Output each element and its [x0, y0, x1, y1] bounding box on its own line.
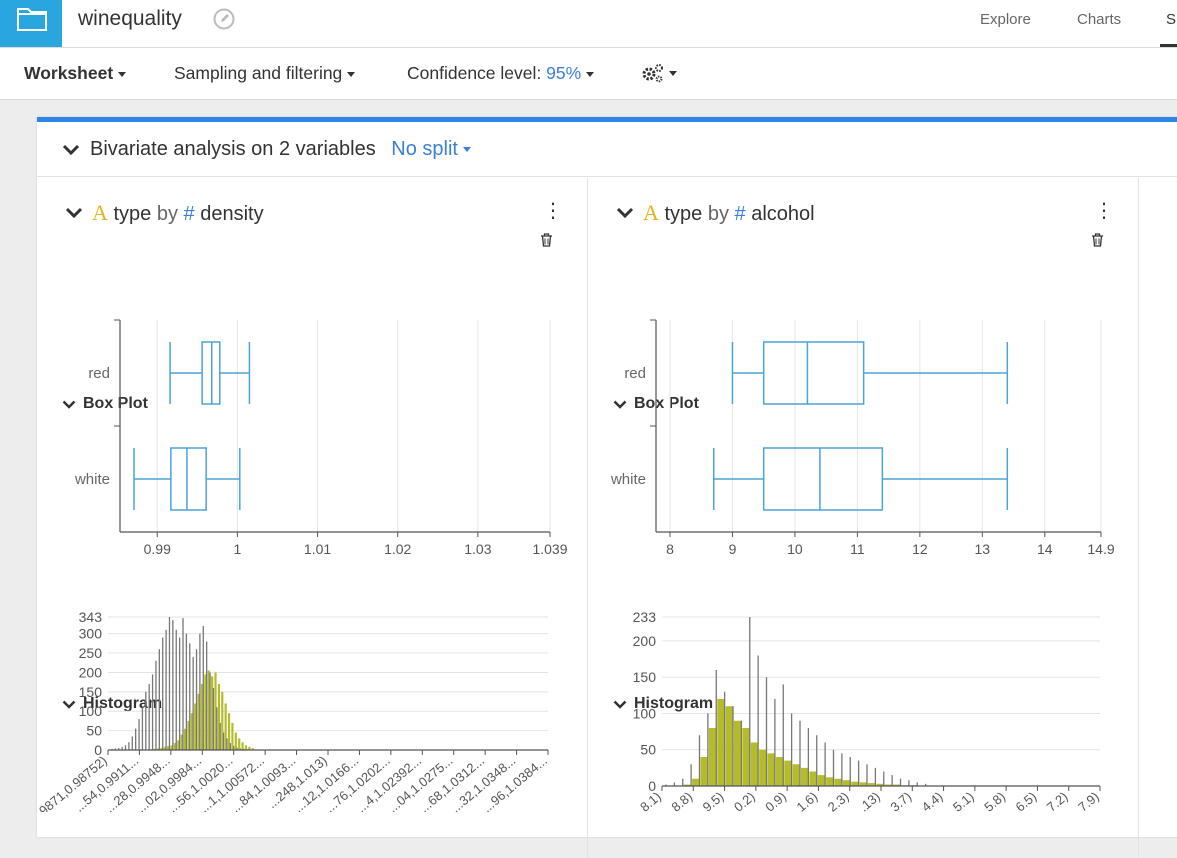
bar-red — [767, 753, 775, 786]
bar-red — [234, 732, 237, 750]
x-tick-label: 13 — [975, 541, 991, 557]
x-tick-label: ...2.3) — [817, 789, 852, 812]
bar-red — [700, 756, 708, 786]
bar-red — [775, 756, 784, 786]
y-tick-label: 100 — [633, 705, 657, 721]
bar-red — [231, 722, 234, 750]
x-tick-label: 1.02 — [384, 541, 411, 557]
x-tick-label: 1.039 — [532, 541, 567, 557]
x-tick-label: 1.03 — [464, 541, 491, 557]
x-tick-label: 1 — [234, 541, 242, 557]
x-tick-label: ...0.2) — [723, 789, 758, 812]
bar-red — [742, 727, 750, 786]
x-tick-label: ...8.8) — [660, 789, 695, 812]
bar-red — [725, 706, 733, 786]
bar-red — [801, 767, 809, 786]
x-tick-label: 12 — [912, 541, 928, 557]
x-tick-label: ...7.2) — [1036, 789, 1071, 812]
x-tick-label: ...1.6) — [785, 789, 820, 812]
y-tick-label: 233 — [633, 609, 657, 625]
x-tick-label: 9 — [729, 541, 737, 557]
bar-red — [784, 760, 792, 786]
y-tick-label: 100 — [79, 703, 103, 719]
y-tick-label: 150 — [79, 684, 103, 700]
x-tick-label: ...3.7) — [879, 789, 914, 812]
bar-red — [817, 775, 825, 786]
x-tick-label: ...7.9) — [1067, 789, 1102, 812]
box-white — [170, 447, 207, 511]
bar-red — [792, 764, 800, 786]
x-tick-label: 14 — [1037, 541, 1053, 557]
y-tick-label: 50 — [640, 742, 656, 758]
y-tick-label: 200 — [633, 633, 657, 649]
x-tick-label: ...8.1) — [629, 789, 664, 812]
x-tick-label: ...0.9) — [754, 789, 789, 812]
box-white — [762, 447, 884, 511]
charts-layer: 0.99 1 1.01 1.02 1.03 1.039redwhite0501001502… — [24, 319, 1115, 812]
x-tick-label: 11 — [850, 541, 865, 557]
bar-red — [692, 778, 700, 786]
y-tick-label: 300 — [79, 626, 103, 642]
x-tick-label: ...5.8) — [973, 789, 1008, 812]
x-tick-label: ...6.5) — [1004, 789, 1039, 812]
x-tick-label: 0.99 — [144, 541, 171, 557]
y-tick-label: 150 — [633, 669, 657, 685]
y-tick-label: 250 — [79, 645, 103, 661]
bar-red — [734, 720, 742, 786]
histogram: 050100150200233...8.1)...8.8)...9.5)...0… — [629, 609, 1102, 812]
box-red — [201, 341, 221, 405]
x-tick-label: ...5.1) — [942, 789, 977, 812]
bar-red — [809, 771, 817, 786]
bar-red — [750, 742, 758, 786]
bar-red — [834, 778, 842, 786]
box-plot: 0.99 1 1.01 1.02 1.03 1.039 red white — [74, 319, 568, 557]
x-tick-label: ...9.5) — [691, 789, 726, 812]
bar-red — [238, 738, 241, 750]
bar-red — [759, 749, 767, 786]
category-label: red — [88, 365, 110, 382]
category-label: white — [610, 471, 646, 488]
bar-red — [717, 698, 725, 786]
y-tick-label: 50 — [86, 723, 102, 739]
box-red — [762, 341, 865, 405]
x-tick-label: 1.01 — [304, 541, 331, 557]
x-tick-label: ...4.4) — [910, 789, 945, 812]
x-tick-label: ...13) — [851, 789, 883, 812]
category-label: white — [74, 471, 110, 488]
y-tick-label: 200 — [79, 664, 103, 680]
x-tick-label: 10 — [787, 541, 803, 557]
y-tick-label: 343 — [79, 609, 103, 625]
x-tick-label: 14.9 — [1087, 541, 1114, 557]
bar-red — [851, 781, 859, 786]
bar-red — [708, 727, 717, 786]
bar-red — [842, 780, 851, 786]
bar-red — [826, 777, 834, 786]
box-plot: 8 9 10 11 12 13 14 14.9 red white — [610, 319, 1115, 557]
x-tick-label: 8 — [666, 541, 674, 557]
histogram: 050100150200250300343(0.9871,0.98752)...… — [24, 609, 550, 812]
category-label: red — [624, 365, 646, 382]
